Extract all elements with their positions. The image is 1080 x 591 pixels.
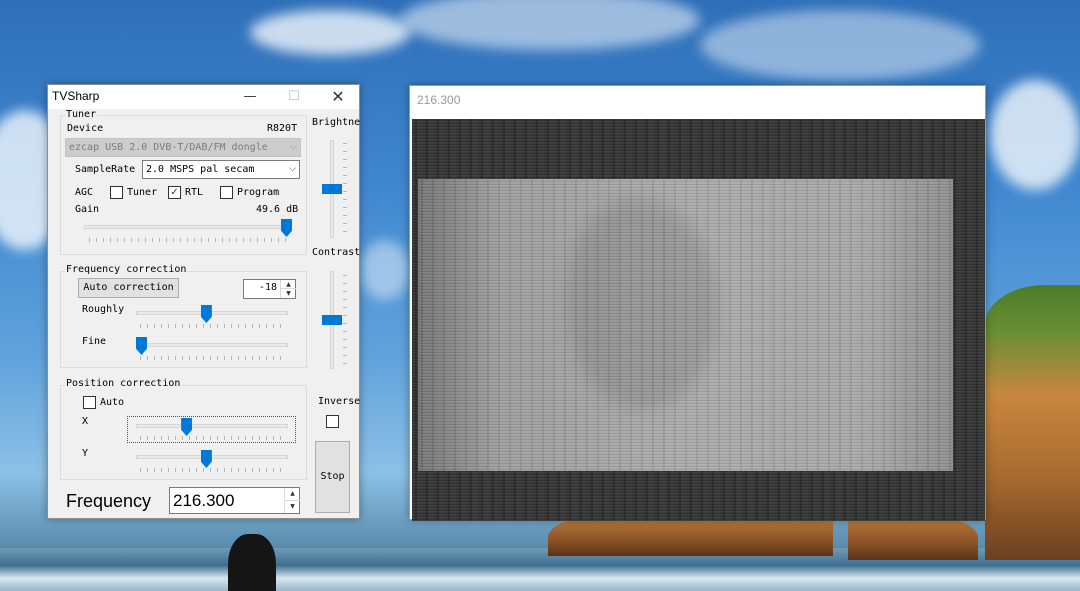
spin-down-icon[interactable]: ▼	[281, 289, 296, 298]
minimize-button[interactable]: —	[228, 85, 272, 109]
device-label: Device	[67, 123, 104, 134]
spin-up-icon[interactable]: ▲	[281, 280, 296, 289]
maximize-button[interactable]: ☐	[272, 85, 316, 109]
frequency-label: Frequency	[66, 491, 152, 511]
position-correction-group-label: Position correction	[65, 378, 182, 389]
checkbox-box	[220, 186, 233, 199]
tv-video-frame[interactable]	[412, 119, 985, 521]
auto-correction-button[interactable]: Auto correction	[78, 278, 179, 298]
fine-label: Fine	[82, 336, 107, 347]
roughly-slider-ticks	[140, 324, 286, 328]
frequency-value: 216.300	[173, 491, 235, 510]
tuner-group-label: Tuner	[65, 109, 98, 120]
fine-slider-ticks	[140, 356, 286, 360]
y-slider-track[interactable]	[136, 455, 288, 459]
agc-program-label: Program	[237, 187, 280, 198]
x-label: X	[82, 416, 89, 427]
tvsharp-window: TVSharp — ☐ ✕ Tuner Device R820T ezcap U…	[47, 84, 361, 519]
checkbox-box	[110, 186, 123, 199]
check-icon: ✓	[168, 186, 181, 199]
spin-up-icon[interactable]: ▲	[285, 488, 300, 501]
checkbox-box	[83, 396, 96, 409]
contrast-label: Contrast	[312, 247, 361, 258]
agc-tuner-checkbox[interactable]: Tuner	[110, 186, 157, 199]
frequency-correction-group-label: Frequency correction	[65, 264, 188, 275]
samplerate-value: 2.0 MSPS pal secam	[146, 164, 255, 175]
x-slider-ticks	[140, 436, 286, 440]
chevron-down-icon: ⌵	[290, 142, 297, 152]
brightness-slider-thumb[interactable]	[322, 184, 342, 194]
correction-spinbox[interactable]: -18 ▲ ▼	[243, 279, 296, 299]
tuner-model-label: R820T	[267, 123, 298, 134]
video-noise	[418, 179, 953, 471]
position-auto-checkbox[interactable]: Auto	[83, 396, 124, 409]
chevron-down-icon: ⌵	[289, 164, 296, 174]
agc-label: AGC	[75, 187, 94, 198]
close-button[interactable]: ✕	[316, 85, 360, 109]
gain-label: Gain	[75, 204, 100, 215]
video-window-title: 216.300	[417, 93, 461, 107]
tuner-group	[60, 115, 307, 255]
brightness-slider-ticks	[343, 143, 347, 237]
spin-arrows: ▲ ▼	[280, 280, 296, 298]
device-dropdown[interactable]: ezcap USB 2.0 DVB-T/DAB/FM dongle ⌵	[65, 138, 301, 157]
gain-slider-ticks	[89, 238, 291, 242]
title-bar[interactable]: TVSharp — ☐ ✕	[48, 85, 359, 109]
spin-down-icon[interactable]: ▼	[285, 501, 300, 514]
spin-arrows: ▲ ▼	[284, 488, 300, 514]
video-window: 216.300	[409, 85, 986, 521]
fine-slider-track[interactable]	[136, 343, 288, 347]
correction-value: -18	[258, 282, 277, 293]
roughly-label: Roughly	[82, 304, 125, 315]
stop-button[interactable]: Stop	[315, 441, 350, 513]
contrast-slider-ticks	[343, 275, 347, 369]
samplerate-dropdown[interactable]: 2.0 MSPS pal secam ⌵	[142, 160, 300, 179]
gain-value: 49.6 dB	[256, 204, 299, 215]
samplerate-label: SampleRate	[75, 164, 136, 175]
agc-rtl-label: RTL	[185, 187, 204, 198]
gain-slider-track[interactable]	[84, 225, 292, 229]
checkbox-box	[326, 415, 339, 428]
y-label: Y	[82, 448, 89, 459]
agc-rtl-checkbox[interactable]: ✓ RTL	[168, 186, 203, 199]
brightness-label: Brightness	[312, 117, 361, 128]
y-slider-ticks	[140, 468, 286, 472]
roughly-slider-track[interactable]	[136, 311, 288, 315]
video-picture-area	[418, 179, 953, 471]
frequency-spinbox[interactable]: 216.300 ▲ ▼	[169, 487, 300, 514]
position-auto-label: Auto	[100, 397, 125, 408]
agc-tuner-label: Tuner	[127, 187, 158, 198]
x-slider-track[interactable]	[136, 424, 288, 428]
inverse-label: Inverse	[318, 396, 361, 407]
agc-program-checkbox[interactable]: Program	[220, 186, 279, 199]
runner-figure	[228, 534, 276, 591]
window-title: TVSharp	[52, 89, 100, 103]
contrast-slider-thumb[interactable]	[322, 315, 342, 325]
inverse-checkbox[interactable]	[326, 415, 343, 428]
device-value: ezcap USB 2.0 DVB-T/DAB/FM dongle	[69, 142, 268, 153]
